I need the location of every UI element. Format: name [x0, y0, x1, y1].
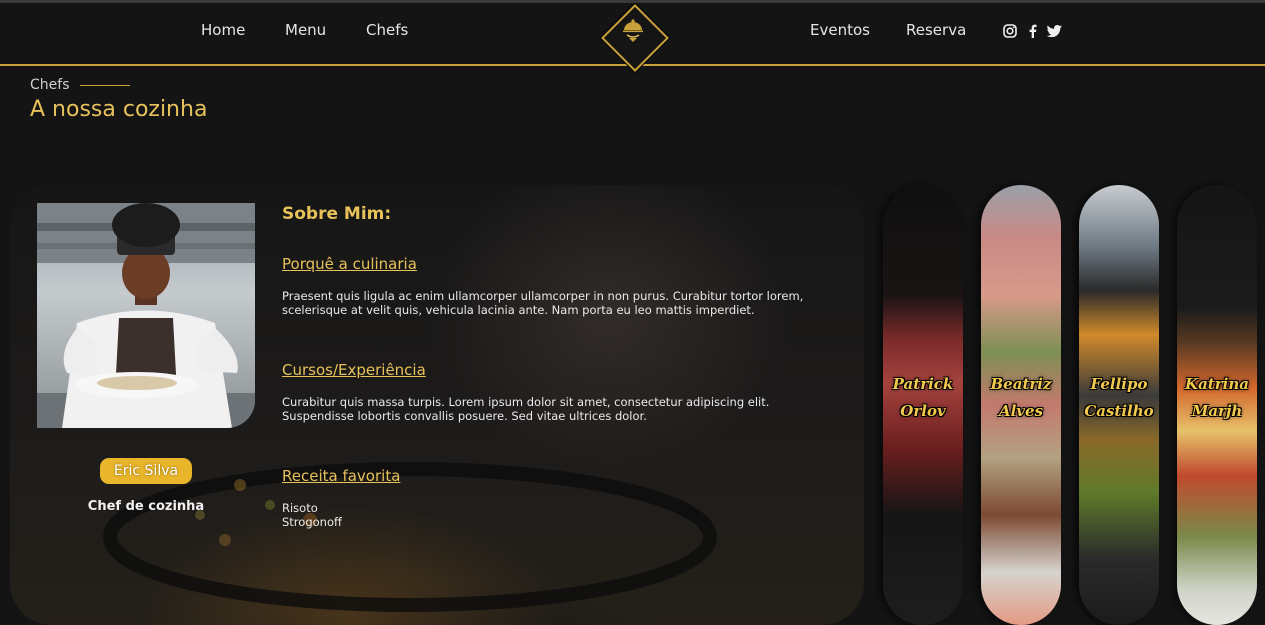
section-link-courses[interactable]: Cursos/Experiência: [282, 361, 426, 379]
chef-last-name: Marjh: [1191, 402, 1243, 420]
chef-card-name: Patrick Orlov: [883, 371, 963, 425]
chef-cooking-image: [37, 203, 255, 428]
section-text-courses: Curabitur quis massa turpis. Lorem ipsum…: [282, 395, 842, 423]
text-line: Suspendisse lobortis convallis posuere. …: [282, 409, 647, 423]
chef-last-name: Castilho: [1084, 402, 1154, 420]
chef-last-name: Alves: [998, 402, 1044, 420]
twitter-icon[interactable]: [1047, 25, 1062, 37]
chef-first-name: Beatriz: [990, 375, 1052, 393]
chef-card-fellipo-castilho[interactable]: Fellipo Castilho: [1079, 185, 1159, 625]
section-link-why-cooking[interactable]: Porquê a culinaria: [282, 255, 417, 273]
featured-chef-card: Eric Silva Chef de cozinha Sobre Mim: Po…: [10, 185, 864, 625]
nav-link-chefs[interactable]: Chefs: [366, 21, 408, 39]
recipe-item: Strogonoff: [282, 515, 342, 529]
chef-first-name: Patrick: [892, 375, 954, 393]
nav-link-home[interactable]: Home: [201, 21, 245, 39]
chef-card-name: Katrina Marjh: [1177, 371, 1257, 425]
section-text-why-cooking: Praesent quis ligula ac enim ullamcorper…: [282, 289, 842, 317]
chef-card-katrina-marjh[interactable]: Katrina Marjh: [1177, 185, 1257, 625]
text-line: Curabitur quis massa turpis. Lorem ipsum…: [282, 395, 770, 409]
section-eyebrow: Chefs: [30, 77, 70, 93]
chef-name-badge: Eric Silva: [100, 458, 192, 484]
text-line: Praesent quis ligula ac enim ullamcorper…: [282, 289, 804, 303]
section-link-favorite-recipe[interactable]: Receita favorita: [282, 467, 400, 485]
chef-first-name: Katrina: [1185, 375, 1249, 393]
instagram-icon[interactable]: [1003, 24, 1017, 38]
chef-card-name: Fellipo Castilho: [1079, 371, 1159, 425]
eyebrow-divider: [80, 85, 130, 86]
text-line: scelerisque at velit quis, vehicula laci…: [282, 303, 755, 317]
chef-role: Chef de cozinha: [87, 499, 205, 514]
nav-link-menu[interactable]: Menu: [285, 21, 326, 39]
section-text-favorite-recipe: Risoto Strogonoff: [282, 501, 842, 529]
chef-last-name: Orlov: [900, 402, 946, 420]
chef-photo: [37, 203, 255, 428]
page-title: A nossa cozinha: [30, 97, 208, 122]
chef-card-beatriz-alves[interactable]: Beatriz Alves: [981, 185, 1061, 625]
nav-link-reserva[interactable]: Reserva: [906, 21, 966, 39]
about-title: Sobre Mim:: [282, 204, 392, 224]
cloche-logo-icon: [623, 19, 643, 42]
facebook-icon[interactable]: [1029, 24, 1037, 38]
recipe-item: Risoto: [282, 501, 318, 515]
chef-card-patrick-orlov[interactable]: Patrick Orlov: [883, 185, 963, 625]
nav-link-eventos[interactable]: Eventos: [810, 21, 870, 39]
chef-card-name: Beatriz Alves: [981, 371, 1061, 425]
chef-first-name: Fellipo: [1090, 375, 1148, 393]
